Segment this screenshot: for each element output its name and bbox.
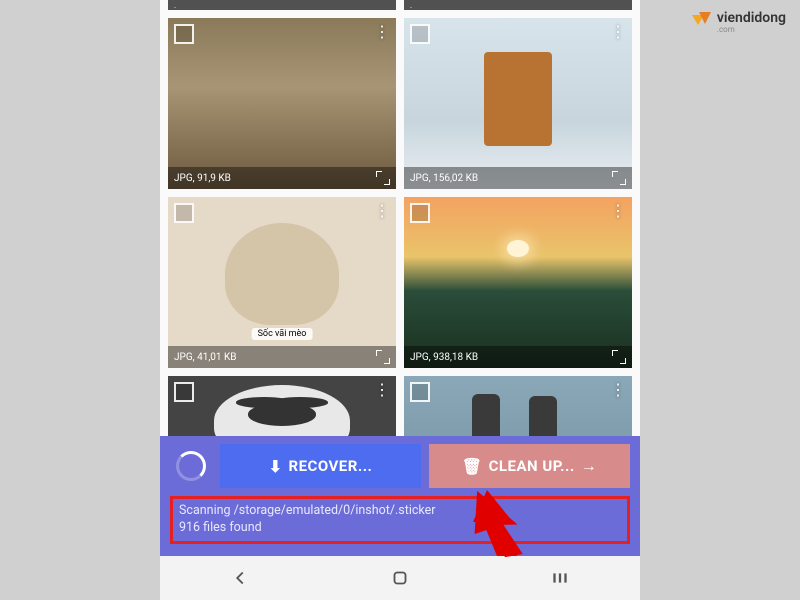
watermark: viendidong .com (692, 10, 786, 34)
file-info-label: JPG, 938,18 KB (410, 352, 478, 363)
photo-grid-scroll[interactable]: . . ⋮ JPG, 91,9 KB ⋮ JPG, 156,02 KB (160, 0, 640, 436)
scanning-spinner (170, 445, 212, 487)
photo-thumbnail[interactable]: ⋮ (168, 376, 396, 436)
expand-icon[interactable] (376, 171, 390, 185)
cleanup-button[interactable]: 🗑 CLEAN UP... → (429, 444, 630, 488)
more-menu-icon[interactable]: ⋮ (610, 382, 626, 398)
photo-thumbnail[interactable]: ⋮ JPG, 938,18 KB (404, 197, 632, 368)
more-menu-icon[interactable]: ⋮ (374, 203, 390, 219)
status-highlight: Scanning /storage/emulated/0/inshot/.sti… (170, 496, 630, 544)
file-info-label: JPG, 91,9 KB (174, 173, 231, 184)
thumb-partial[interactable]: . (168, 0, 396, 10)
button-row: ⬇ RECOVER... 🗑 CLEAN UP... → (170, 444, 630, 488)
trash-icon: 🗑 (462, 457, 483, 476)
spinner-icon (176, 451, 206, 481)
photo-grid: ⋮ JPG, 91,9 KB ⋮ JPG, 156,02 KB ⋮ Sốc vã… (168, 18, 632, 436)
photo-thumbnail[interactable]: ⋮ Sốc vãi mèo JPG, 41,01 KB (168, 197, 396, 368)
more-menu-icon[interactable]: ⋮ (374, 24, 390, 40)
status-path: Scanning /storage/emulated/0/inshot/.sti… (179, 503, 621, 520)
status-count: 916 files found (179, 520, 621, 537)
select-checkbox[interactable] (410, 382, 430, 402)
more-menu-icon[interactable]: ⋮ (610, 24, 626, 40)
app-screen: . . ⋮ JPG, 91,9 KB ⋮ JPG, 156,02 KB (160, 0, 640, 600)
download-icon: ⬇ (269, 457, 283, 476)
nav-home-button[interactable] (370, 563, 430, 593)
nav-back-button[interactable] (210, 563, 270, 593)
more-menu-icon[interactable]: ⋮ (610, 203, 626, 219)
select-checkbox[interactable] (410, 24, 430, 44)
expand-icon[interactable] (612, 171, 626, 185)
select-checkbox[interactable] (174, 382, 194, 402)
expand-icon[interactable] (612, 350, 626, 364)
photo-thumbnail[interactable]: ⋮ JPG, 91,9 KB (168, 18, 396, 189)
cleanup-label: CLEAN UP... (489, 457, 575, 475)
thumb-info: JPG, 938,18 KB (404, 346, 632, 368)
thumb-info: JPG, 91,9 KB (168, 167, 396, 189)
file-info-label: JPG, 156,02 KB (410, 173, 478, 184)
action-panel: ⬇ RECOVER... 🗑 CLEAN UP... → Scanning /s… (160, 436, 640, 556)
watermark-text: viendidong (717, 10, 786, 26)
android-nav-bar (160, 556, 640, 600)
more-menu-icon[interactable]: ⋮ (374, 382, 390, 398)
expand-icon[interactable] (376, 350, 390, 364)
arrow-right-icon: → (581, 456, 598, 476)
photo-thumbnail[interactable]: ⋮ JPG, 156,02 KB (404, 18, 632, 189)
thumb-info: JPG, 41,01 KB (168, 346, 396, 368)
file-info-label: JPG, 41,01 KB (174, 352, 237, 363)
nav-recent-button[interactable] (530, 563, 590, 593)
thumb-partial[interactable]: . (404, 0, 632, 10)
select-checkbox[interactable] (410, 203, 430, 223)
recover-label: RECOVER... (288, 457, 372, 475)
select-checkbox[interactable] (174, 203, 194, 223)
recover-button[interactable]: ⬇ RECOVER... (220, 444, 421, 488)
watermark-logo-icon (692, 12, 712, 32)
partial-top-row: . . (168, 0, 632, 10)
overlay-caption: Sốc vãi mèo (252, 328, 313, 340)
thumb-info: JPG, 156,02 KB (404, 167, 632, 189)
photo-thumbnail[interactable]: ⋮ (404, 376, 632, 436)
select-checkbox[interactable] (174, 24, 194, 44)
watermark-sub: .com (717, 26, 786, 34)
